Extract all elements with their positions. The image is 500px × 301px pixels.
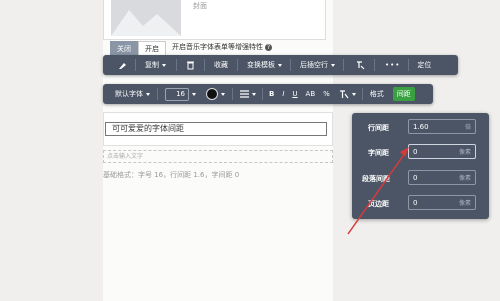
text-color-picker[interactable]	[206, 88, 225, 100]
align-icon	[240, 90, 249, 98]
template-button[interactable]: 变换模板	[247, 60, 282, 70]
font-select[interactable]: 默认字体	[115, 89, 150, 99]
cover-label: 封面	[193, 2, 207, 10]
text-content[interactable]: 可可爱爱的字体间距	[105, 122, 327, 136]
segment-spacing-value: 0	[413, 173, 418, 182]
edge-spacing-unit: 像素	[458, 200, 471, 207]
spacing-button[interactable]: 间距	[392, 87, 415, 101]
chevron-down-icon	[278, 63, 282, 67]
chevron-down-icon	[146, 92, 150, 96]
copy-button[interactable]: 复制	[145, 60, 166, 70]
letter-spacing-label: 字间距	[368, 149, 389, 157]
template-label: 变换模板	[247, 61, 275, 69]
spacing-panel: 行间距 1.60 倍 字间距 0 像素 段落间距 0 像素 页边距 0 像素	[352, 113, 489, 219]
edge-spacing-label: 页边距	[368, 200, 389, 208]
divider	[361, 88, 363, 100]
text-transform-button[interactable]	[339, 89, 356, 99]
chevron-down-icon	[192, 92, 196, 96]
copy-label: 复制	[145, 61, 159, 69]
divider	[237, 59, 238, 71]
divider	[343, 59, 344, 71]
more-button[interactable]: •••	[385, 61, 400, 69]
favorite-button[interactable]: 收藏	[214, 60, 228, 70]
percent-button[interactable]: %	[323, 90, 330, 98]
letter-case-button[interactable]: AB	[306, 90, 316, 98]
music-toggle: 关闭 开启	[110, 41, 166, 57]
divider	[176, 59, 177, 71]
line-spacing-value: 1.60	[413, 122, 429, 131]
style-button[interactable]: 格式	[370, 89, 384, 99]
italic-button[interactable]: I	[282, 90, 284, 98]
segment-spacing-label: 段落间距	[362, 175, 390, 183]
text-effect-icon	[339, 90, 349, 99]
color-swatch	[206, 88, 218, 100]
divider	[262, 88, 263, 100]
edge-spacing-value: 0	[413, 198, 418, 207]
font-select-value: 默认字体	[115, 90, 143, 98]
font-size-select[interactable]: 16	[165, 87, 196, 101]
line-spacing-input[interactable]: 1.60 倍	[408, 119, 476, 134]
segment-spacing-input[interactable]: 0 像素	[408, 170, 476, 185]
line-spacing-label: 行间距	[368, 124, 389, 132]
text-format-toolbar: 默认字体 16 B I U AB % 格式 间距	[103, 84, 433, 104]
delete-icon[interactable]	[186, 60, 195, 70]
mountain-icon	[111, 10, 181, 36]
letter-spacing-input[interactable]: 0 像素	[408, 144, 476, 159]
cover-image-placeholder[interactable]	[111, 0, 181, 36]
divider	[204, 59, 205, 71]
brush-icon[interactable]	[117, 60, 127, 70]
insert-line-button[interactable]: 后插空行	[300, 60, 335, 70]
letter-spacing-unit: 像素	[458, 149, 471, 156]
letter-spacing-value: 0	[413, 147, 418, 156]
basic-format-info: 基础格式：字号 16，行间距 1.6，字间距 0	[103, 171, 240, 179]
bold-button[interactable]: B	[269, 90, 274, 98]
segment-spacing-unit: 像素	[458, 175, 471, 182]
line-spacing-unit: 倍	[464, 124, 471, 131]
chevron-down-icon	[351, 92, 356, 96]
help-icon[interactable]: ?	[265, 44, 272, 51]
edge-spacing-input[interactable]: 0 像素	[408, 195, 476, 210]
align-button[interactable]	[240, 90, 256, 98]
music-hint: 开启音乐字体表单等增强特性?	[172, 42, 272, 52]
chevron-down-icon	[221, 92, 225, 96]
underline-button[interactable]: U	[292, 90, 297, 98]
font-size-value[interactable]: 16	[165, 87, 189, 101]
chevron-down-icon	[331, 63, 335, 67]
divider	[408, 59, 410, 71]
chevron-down-icon	[252, 92, 256, 96]
music-hint-text: 开启音乐字体表单等增强特性	[172, 43, 263, 51]
divider	[232, 88, 233, 100]
block-toolbar: 复制 收藏 变换模板 后插空行 ••• 定位	[103, 55, 458, 75]
format-clear-icon[interactable]	[355, 60, 365, 70]
divider	[290, 59, 291, 71]
divider	[374, 59, 375, 71]
text-input-placeholder[interactable]: 点击输入文字	[103, 150, 333, 163]
divider	[157, 88, 158, 100]
insert-line-label: 后插空行	[300, 61, 328, 69]
locate-button[interactable]: 定位	[417, 60, 431, 70]
chevron-down-icon	[162, 63, 166, 67]
divider	[135, 59, 136, 71]
